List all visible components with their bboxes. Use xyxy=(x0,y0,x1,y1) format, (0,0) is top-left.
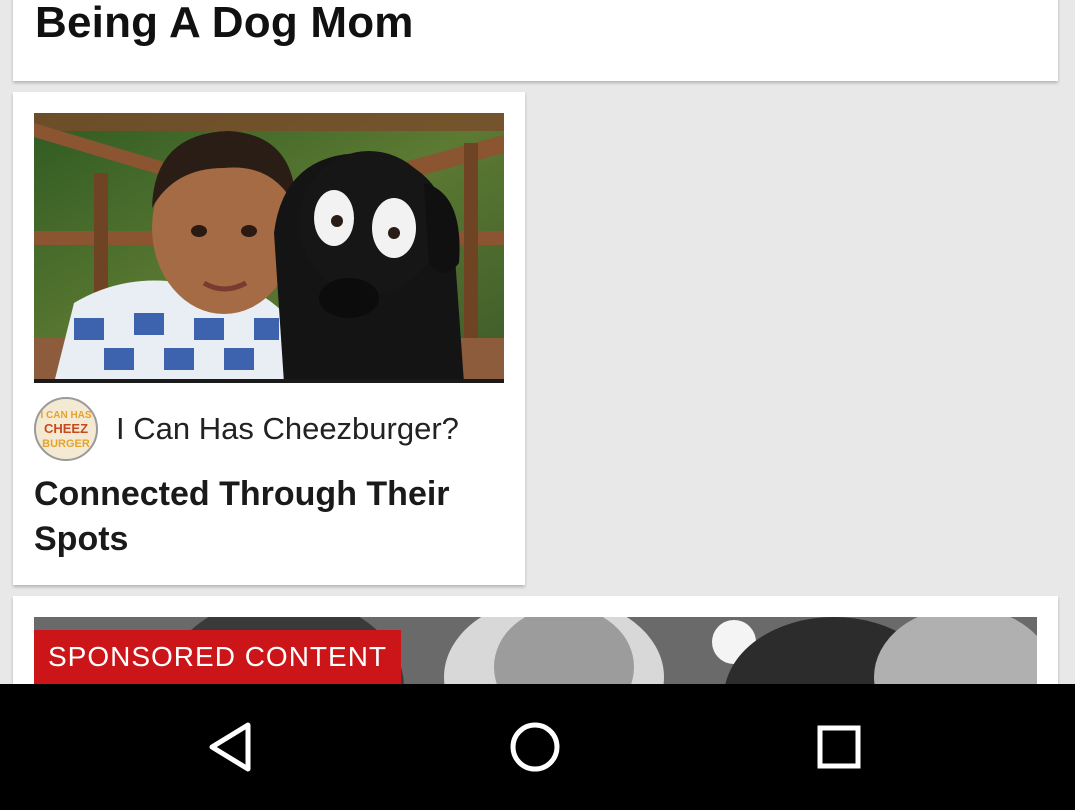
logo-text-line-3: BURGER xyxy=(42,438,90,450)
source-name[interactable]: I Can Has Cheezburger? xyxy=(116,411,459,447)
card-title: Being A Dog Mom xyxy=(35,0,414,47)
recents-button[interactable] xyxy=(809,717,869,777)
feed-viewport[interactable]: Being A Dog Mom I CAN HAS CHEEZ BURGER I… xyxy=(0,0,1075,684)
home-button[interactable] xyxy=(505,717,565,777)
boy-and-dog-photo[interactable] xyxy=(34,113,504,383)
article-card[interactable]: I CAN HAS CHEEZ BURGER I Can Has Cheezbu… xyxy=(13,92,525,585)
recents-square-icon xyxy=(817,725,861,769)
system-navigation-bar xyxy=(0,684,1075,810)
back-button[interactable] xyxy=(202,717,262,777)
sponsored-content-badge: SPONSORED CONTENT xyxy=(34,630,402,684)
logo-text-line-2: CHEEZ xyxy=(44,421,88,436)
cheezburger-logo-icon: I CAN HAS CHEEZ BURGER xyxy=(34,397,98,461)
source-row[interactable]: I CAN HAS CHEEZ BURGER I Can Has Cheezbu… xyxy=(34,397,459,461)
logo-text-line-1: I CAN HAS xyxy=(40,410,91,421)
dog-mom-card[interactable]: Being A Dog Mom xyxy=(13,0,1058,81)
article-headline[interactable]: Connected Through Their Spots xyxy=(34,472,494,562)
home-circle-icon xyxy=(510,722,560,772)
back-triangle-icon xyxy=(209,722,251,772)
